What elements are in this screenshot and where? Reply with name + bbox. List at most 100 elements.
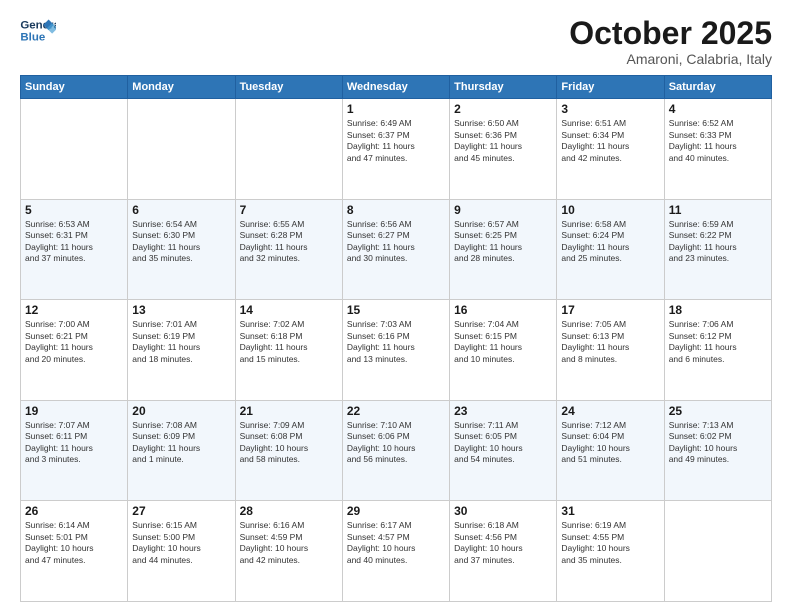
day-number-16: 16 (454, 303, 552, 317)
cell-4-2: 28Sunrise: 6:16 AM Sunset: 4:59 PM Dayli… (235, 501, 342, 602)
day-info-30: Sunrise: 6:18 AM Sunset: 4:56 PM Dayligh… (454, 520, 552, 566)
header-monday: Monday (128, 76, 235, 99)
day-number-26: 26 (25, 504, 123, 518)
day-number-30: 30 (454, 504, 552, 518)
day-info-8: Sunrise: 6:56 AM Sunset: 6:27 PM Dayligh… (347, 219, 445, 265)
day-info-31: Sunrise: 6:19 AM Sunset: 4:55 PM Dayligh… (561, 520, 659, 566)
day-number-3: 3 (561, 102, 659, 116)
day-number-18: 18 (669, 303, 767, 317)
day-number-25: 25 (669, 404, 767, 418)
week-row-0: 1 Sunrise: 6:49 AM Sunset: 6:37 PM Daylig… (21, 99, 772, 200)
cell-2-3: 15Sunrise: 7:03 AM Sunset: 6:16 PM Dayli… (342, 300, 449, 401)
day-number-22: 22 (347, 404, 445, 418)
cell-2-2: 14Sunrise: 7:02 AM Sunset: 6:18 PM Dayli… (235, 300, 342, 401)
day-number-28: 28 (240, 504, 338, 518)
day-number-6: 6 (132, 203, 230, 217)
calendar-header-row: Sunday Monday Tuesday Wednesday Thursday… (21, 76, 772, 99)
page: General Blue October 2025 Amaroni, Calab… (0, 0, 792, 612)
day-info-5: Sunrise: 6:53 AM Sunset: 6:31 PM Dayligh… (25, 219, 123, 265)
cell-3-3: 22 Sunrise: 7:10 AM Sunset: 6:06 PM Dayli… (342, 400, 449, 501)
cell-0-0 (21, 99, 128, 200)
cell-3-4: 23 Sunrise: 7:11 AM Sunset: 6:05 PM Dayli… (450, 400, 557, 501)
day-info-24: Sunrise: 7:12 AM Sunset: 6:04 PM Dayligh… (561, 420, 659, 466)
day-number-31: 31 (561, 504, 659, 518)
day-info-18: Sunrise: 7:06 AM Sunset: 6:12 PM Dayligh… (669, 319, 767, 365)
cell-0-5: 3 Sunrise: 6:51 AM Sunset: 6:34 PM Daylig… (557, 99, 664, 200)
cell-0-6: 4Sunrise: 6:52 AM Sunset: 6:33 PM Daylig… (664, 99, 771, 200)
cell-4-1: 27Sunrise: 6:15 AM Sunset: 5:00 PM Dayli… (128, 501, 235, 602)
logo-icon: General Blue (20, 16, 56, 46)
cell-4-0: 26 Sunrise: 6:14 AM Sunset: 5:01 PM Dayli… (21, 501, 128, 602)
day-number-11: 11 (669, 203, 767, 217)
day-info-16: Sunrise: 7:04 AM Sunset: 6:15 PM Dayligh… (454, 319, 552, 365)
cell-2-4: 16 Sunrise: 7:04 AM Sunset: 6:15 PM Dayli… (450, 300, 557, 401)
day-number-2: 2 (454, 102, 552, 116)
month-title: October 2025 (569, 16, 772, 51)
day-info-25: Sunrise: 7:13 AM Sunset: 6:02 PM Dayligh… (669, 420, 767, 466)
day-number-19: 19 (25, 404, 123, 418)
cell-1-0: 5 Sunrise: 6:53 AM Sunset: 6:31 PM Daylig… (21, 199, 128, 300)
day-number-13: 13 (132, 303, 230, 317)
header-sunday: Sunday (21, 76, 128, 99)
header-thursday: Thursday (450, 76, 557, 99)
day-number-17: 17 (561, 303, 659, 317)
day-info-9: Sunrise: 6:57 AM Sunset: 6:25 PM Dayligh… (454, 219, 552, 265)
cell-4-3: 29 Sunrise: 6:17 AM Sunset: 4:57 PM Dayli… (342, 501, 449, 602)
header-wednesday: Wednesday (342, 76, 449, 99)
cell-4-4: 30 Sunrise: 6:18 AM Sunset: 4:56 PM Dayli… (450, 501, 557, 602)
cell-1-1: 6 Sunrise: 6:54 AM Sunset: 6:30 PM Daylig… (128, 199, 235, 300)
cell-0-2 (235, 99, 342, 200)
day-info-22: Sunrise: 7:10 AM Sunset: 6:06 PM Dayligh… (347, 420, 445, 466)
day-info-19: Sunrise: 7:07 AM Sunset: 6:11 PM Dayligh… (25, 420, 123, 466)
day-info-7: Sunrise: 6:55 AM Sunset: 6:28 PM Dayligh… (240, 219, 338, 265)
day-number-5: 5 (25, 203, 123, 217)
cell-1-6: 11Sunrise: 6:59 AM Sunset: 6:22 PM Dayli… (664, 199, 771, 300)
day-number-12: 12 (25, 303, 123, 317)
day-number-21: 21 (240, 404, 338, 418)
day-info-3: Sunrise: 6:51 AM Sunset: 6:34 PM Dayligh… (561, 118, 659, 164)
day-number-9: 9 (454, 203, 552, 217)
day-info-17: Sunrise: 7:05 AM Sunset: 6:13 PM Dayligh… (561, 319, 659, 365)
header-tuesday: Tuesday (235, 76, 342, 99)
week-row-3: 19 Sunrise: 7:07 AM Sunset: 6:11 PM Dayli… (21, 400, 772, 501)
title-block: October 2025 Amaroni, Calabria, Italy (569, 16, 772, 67)
cell-1-3: 8 Sunrise: 6:56 AM Sunset: 6:27 PM Daylig… (342, 199, 449, 300)
day-info-29: Sunrise: 6:17 AM Sunset: 4:57 PM Dayligh… (347, 520, 445, 566)
week-row-2: 12 Sunrise: 7:00 AM Sunset: 6:21 PM Dayli… (21, 300, 772, 401)
cell-2-6: 18 Sunrise: 7:06 AM Sunset: 6:12 PM Dayli… (664, 300, 771, 401)
day-info-10: Sunrise: 6:58 AM Sunset: 6:24 PM Dayligh… (561, 219, 659, 265)
day-number-24: 24 (561, 404, 659, 418)
week-row-1: 5 Sunrise: 6:53 AM Sunset: 6:31 PM Daylig… (21, 199, 772, 300)
day-info-23: Sunrise: 7:11 AM Sunset: 6:05 PM Dayligh… (454, 420, 552, 466)
day-number-29: 29 (347, 504, 445, 518)
cell-2-0: 12 Sunrise: 7:00 AM Sunset: 6:21 PM Dayli… (21, 300, 128, 401)
cell-2-5: 17 Sunrise: 7:05 AM Sunset: 6:13 PM Dayli… (557, 300, 664, 401)
cell-1-5: 10 Sunrise: 6:58 AM Sunset: 6:24 PM Dayli… (557, 199, 664, 300)
cell-0-1 (128, 99, 235, 200)
day-info-6: Sunrise: 6:54 AM Sunset: 6:30 PM Dayligh… (132, 219, 230, 265)
day-info-1: Sunrise: 6:49 AM Sunset: 6:37 PM Dayligh… (347, 118, 445, 164)
cell-3-6: 25 Sunrise: 7:13 AM Sunset: 6:02 PM Dayli… (664, 400, 771, 501)
day-number-1: 1 (347, 102, 445, 116)
day-number-14: 14 (240, 303, 338, 317)
day-number-15: 15 (347, 303, 445, 317)
day-info-2: Sunrise: 6:50 AM Sunset: 6:36 PM Dayligh… (454, 118, 552, 164)
cell-0-4: 2 Sunrise: 6:50 AM Sunset: 6:36 PM Daylig… (450, 99, 557, 200)
day-info-13: Sunrise: 7:01 AM Sunset: 6:19 PM Dayligh… (132, 319, 230, 365)
week-row-4: 26 Sunrise: 6:14 AM Sunset: 5:01 PM Dayli… (21, 501, 772, 602)
day-info-12: Sunrise: 7:00 AM Sunset: 6:21 PM Dayligh… (25, 319, 123, 365)
header: General Blue October 2025 Amaroni, Calab… (20, 16, 772, 67)
day-info-27: Sunrise: 6:15 AM Sunset: 5:00 PM Dayligh… (132, 520, 230, 566)
cell-2-1: 13 Sunrise: 7:01 AM Sunset: 6:19 PM Dayli… (128, 300, 235, 401)
cell-4-5: 31 Sunrise: 6:19 AM Sunset: 4:55 PM Dayli… (557, 501, 664, 602)
day-info-4: Sunrise: 6:52 AM Sunset: 6:33 PM Dayligh… (669, 118, 767, 164)
day-info-26: Sunrise: 6:14 AM Sunset: 5:01 PM Dayligh… (25, 520, 123, 566)
header-friday: Friday (557, 76, 664, 99)
day-number-7: 7 (240, 203, 338, 217)
day-number-23: 23 (454, 404, 552, 418)
day-number-10: 10 (561, 203, 659, 217)
calendar-table: Sunday Monday Tuesday Wednesday Thursday… (20, 75, 772, 602)
day-number-8: 8 (347, 203, 445, 217)
cell-1-2: 7 Sunrise: 6:55 AM Sunset: 6:28 PM Daylig… (235, 199, 342, 300)
cell-3-1: 20Sunrise: 7:08 AM Sunset: 6:09 PM Dayli… (128, 400, 235, 501)
